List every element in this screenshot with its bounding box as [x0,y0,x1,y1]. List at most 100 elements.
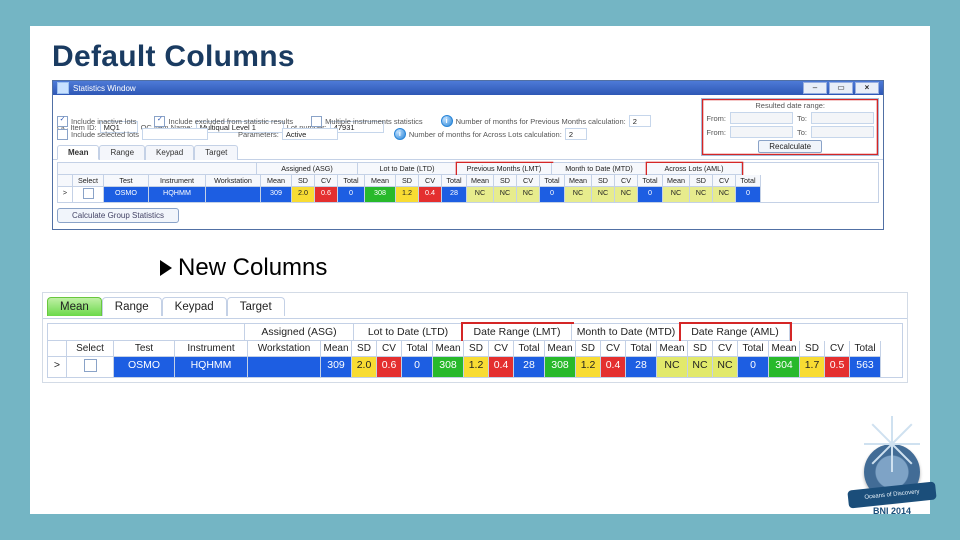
group-header: Assigned (ASG) [257,163,358,175]
tab-keypad[interactable]: Keypad [145,145,194,160]
zoom-data-cell: NC [657,357,688,377]
zoom-col-header: Total [626,341,657,357]
col-header: Total [540,175,565,187]
data-cell: 0.4 [419,187,442,202]
zoom-col-header: Mean [657,341,688,357]
include-selected-field[interactable] [142,128,208,140]
data-cell: NC [592,187,615,202]
resulted-date-range-label: Resulted date range: [706,101,874,110]
col-header: CV [615,175,638,187]
include-excluded-checkbox[interactable] [154,116,165,127]
data-cell: NC [517,187,540,202]
across-lots-field[interactable]: 2 [565,128,587,140]
minimize-button[interactable]: – [803,82,827,94]
tab-target[interactable]: Target [194,145,238,160]
info-icon[interactable]: i [441,115,453,127]
zoom-workstation-cell [248,357,321,377]
zoom-data-cell: 1.7 [800,357,825,377]
zoom-data-cell: 563 [850,357,881,377]
zoom-tab-mean[interactable]: Mean [47,297,102,316]
expand-cell[interactable]: > [58,187,73,202]
zoom-data-cell: 309 [321,357,352,377]
group-header: Previous Months (LMT) [457,163,552,175]
zoom-tab-target[interactable]: Target [227,297,285,316]
zoom-expand-cell[interactable]: > [48,357,67,377]
zoom-tab-keypad[interactable]: Keypad [162,297,227,316]
zoom-grid: Assigned (ASG)Lot to Date (LTD)Date Rang… [47,323,903,378]
include-inactive-checkbox[interactable] [57,116,68,127]
zoom-col-header: Test [114,341,175,357]
zoom-col-header: SD [688,341,713,357]
window-title: Statistics Window [73,84,801,93]
col-header: Test [104,175,149,187]
zoom-data-cell: 0.4 [489,357,514,377]
zoom-group-header: Assigned (ASG) [245,324,354,341]
zoom-data-cell: 0 [402,357,433,377]
zoom-data-cell: 0 [738,357,769,377]
statistics-window: Statistics Window – ▭ × QC Item ID: MQ1 … [52,80,884,230]
zoom-data-cell: 2.0 [352,357,377,377]
data-cell: 308 [365,187,396,202]
group-header: Lot to Date (LTD) [358,163,457,175]
data-cell: NC [565,187,592,202]
info-icon-2[interactable]: i [394,128,406,140]
tab-range[interactable]: Range [99,145,145,160]
stats-grid: Assigned (ASG)Lot to Date (LTD)Previous … [57,162,879,203]
multi-instruments-label: Multiple instruments statistics [325,117,423,126]
resulted-date-range-box: Resulted date range: From: To: From: To:… [701,98,879,156]
include-selected-checkbox[interactable] [57,129,68,140]
col-header: SD [494,175,517,187]
data-cell: NC [467,187,494,202]
multi-instruments-checkbox[interactable] [311,116,322,127]
col-header: Mean [663,175,690,187]
zoom-col-header: Total [738,341,769,357]
zoom-tab-range[interactable]: Range [102,297,162,316]
data-cell: 0 [540,187,565,202]
prev-months-field[interactable]: 2 [629,115,651,127]
zoom-col-header: Mean [545,341,576,357]
parameters-field[interactable]: Active [282,128,338,140]
across-lots-label: Number of months for Across Lots calcula… [409,130,562,139]
include-inactive-label: Include inactive lots [71,117,136,126]
zoom-col-header: CV [489,341,514,357]
zoom-data-cell: NC [688,357,713,377]
recalculate-button[interactable]: Recalculate [758,140,822,153]
calc-group-stats-button[interactable]: Calculate Group Statistics [57,208,179,223]
window-icon [57,82,69,94]
zoom-select-cell[interactable] [67,357,114,377]
zoom-group-header: Date Range (AML) [681,324,790,341]
col-header: CV [517,175,540,187]
data-cell: NC [663,187,690,202]
select-cell[interactable] [73,187,104,202]
close-button[interactable]: × [855,82,879,94]
data-cell: 0 [736,187,761,202]
zoom-data-cell: NC [713,357,738,377]
event-badge-icon: Oceans of Discovery BNI 2014 [848,442,936,520]
data-cell: 0 [338,187,365,202]
zoom-col-header: SD [464,341,489,357]
col-header: CV [713,175,736,187]
data-cell: 0.6 [315,187,338,202]
col-header: Workstation [206,175,261,187]
col-header: Total [442,175,467,187]
zoom-col-header: Mean [769,341,800,357]
maximize-button[interactable]: ▭ [829,82,853,94]
data-cell: 1.2 [396,187,419,202]
col-header: CV [419,175,442,187]
col-header: Total [338,175,365,187]
zoom-data-cell: 28 [514,357,545,377]
tab-mean[interactable]: Mean [57,145,99,160]
zoom-data-cell: 308 [545,357,576,377]
test-cell: OSMO [104,187,149,202]
zoom-group-header: Date Range (LMT) [463,324,572,341]
zoom-col-header: CV [825,341,850,357]
data-cell: NC [713,187,736,202]
group-header: Across Lots (AML) [647,163,742,175]
zoom-col-header: Instrument [175,341,248,357]
parameters-label: Parameters: [238,130,279,139]
col-header: SD [292,175,315,187]
zoom-tabs: Mean Range Keypad Target [47,297,907,316]
zoom-col-header: Workstation [248,341,321,357]
zoom-group-header: Lot to Date (LTD) [354,324,463,341]
zoom-instrument-cell: HQHMM [175,357,248,377]
